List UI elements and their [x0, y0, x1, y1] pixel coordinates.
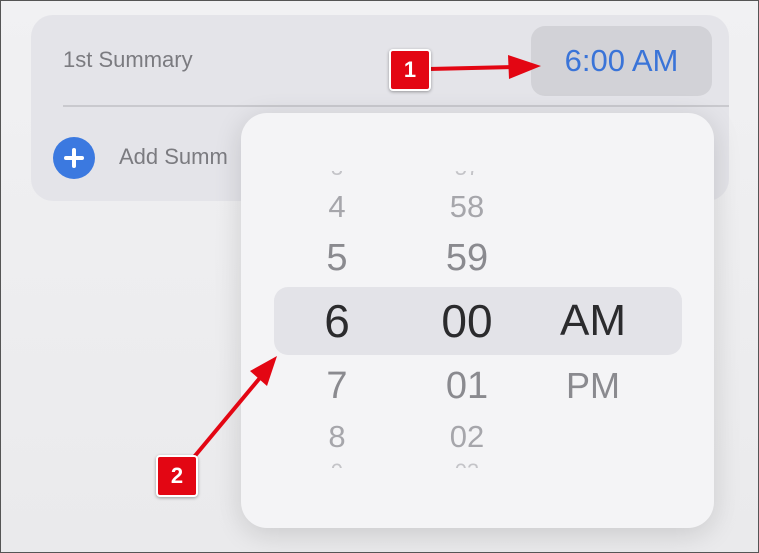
screenshot-frame: 1st Summary 6:00 AM Add Summ 3 4 5 6 7 8… — [0, 0, 759, 553]
annotation-arrow-2 — [192, 356, 277, 459]
annotation-arrow-1 — [427, 55, 541, 79]
annotation-badge-1: 1 — [389, 49, 431, 91]
annotation-badge-2: 2 — [156, 455, 198, 497]
annotation-arrows — [192, 55, 541, 459]
